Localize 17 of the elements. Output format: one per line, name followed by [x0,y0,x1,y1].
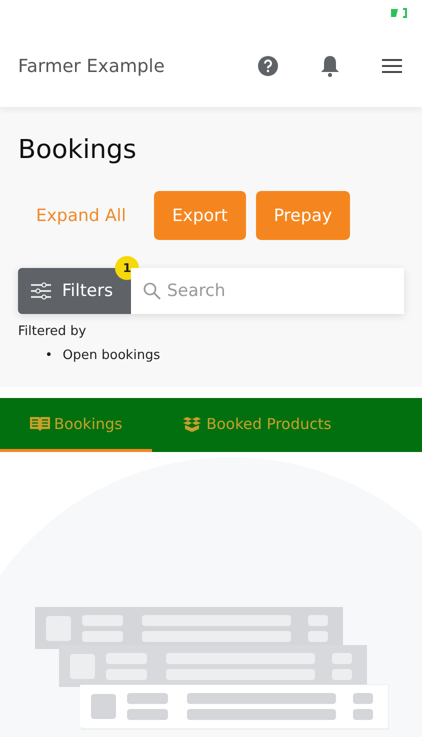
expand-all-link[interactable]: Expand All [18,191,144,240]
tab[interactable]: Bookings [0,398,152,452]
applied-filter: Open bookings [62,347,160,365]
sliders-icon [30,282,52,300]
page-title: Bookings [18,135,138,165]
action-button[interactable]: Export [154,191,246,240]
book-icon [30,416,50,432]
battery-icon [390,8,408,18]
help-icon[interactable] [256,54,280,78]
action-button[interactable]: Prepay [256,191,350,240]
filtered-by-label: Filtered by [18,324,88,339]
bullet: • [45,347,53,365]
search-icon [143,282,161,300]
search-field[interactable]: Search [131,268,404,314]
tab[interactable]: Booked Products [152,398,362,452]
app-title: Farmer Example [18,56,166,76]
boxes-icon [182,416,202,432]
